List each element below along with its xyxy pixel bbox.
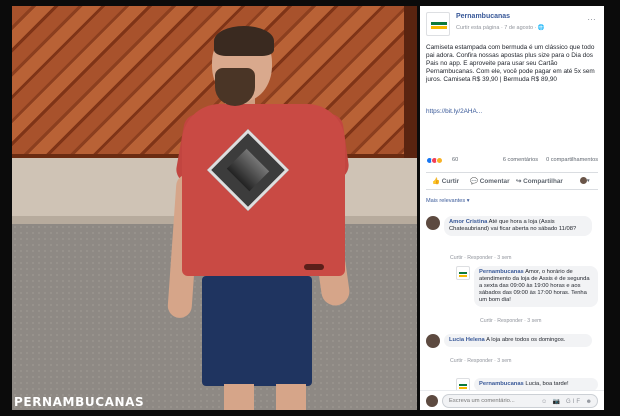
comment-text: A loja abre todos os domingos.: [486, 337, 566, 343]
model-hair: [214, 26, 274, 56]
user-avatar-icon: [580, 177, 587, 184]
model-left-leg: [224, 384, 254, 410]
gate-post: [404, 6, 417, 158]
comment-button[interactable]: 💬 Comentar: [470, 177, 510, 185]
model-right-leg: [276, 384, 306, 410]
post-as-selector[interactable]: ▾: [580, 177, 596, 184]
comment-actions[interactable]: Curtir · Responder · 3 sem: [450, 255, 511, 261]
post-link[interactable]: https://bit.ly/2AHA...: [426, 108, 482, 115]
post-panel: Pernambucanas Curtir esta página · 7 de …: [420, 6, 604, 410]
share-count[interactable]: 0 compartilhamentos: [546, 157, 598, 163]
post-actions: 👍 Curtir 💬 Comentar ↪ Compartilhar ▾: [426, 172, 598, 190]
model-shorts: [202, 276, 312, 386]
reactions-bar: 60 6 comentários 0 compartilhamentos: [426, 156, 598, 166]
comment-text: Lucia, boa tarde!: [525, 381, 569, 387]
comment-bubble: Lucia Helena A loja abre todos os doming…: [444, 334, 592, 347]
avatar[interactable]: [426, 216, 440, 230]
photo-watermark: PERNAMBUCANAS: [14, 395, 145, 409]
like-button[interactable]: 👍 Curtir: [432, 177, 459, 185]
model-beard: [215, 68, 255, 106]
comment-author[interactable]: Amor Cristina: [449, 219, 487, 225]
avatar[interactable]: [456, 266, 470, 280]
comment-count[interactable]: 6 comentários: [503, 157, 538, 163]
comment-author[interactable]: Pernambucanas: [479, 269, 524, 275]
avatar[interactable]: [426, 334, 440, 348]
page-logo[interactable]: [426, 12, 450, 36]
comment-composer: ☺ 📷 GIF ☻: [420, 390, 604, 410]
post-meta: Curtir esta página · 7 de agosto · 🌐: [456, 25, 545, 31]
comment-actions[interactable]: Curtir · Responder · 3 sem: [450, 358, 511, 364]
reaction-icons[interactable]: [426, 157, 443, 164]
post-text: Camiseta estampada com bermuda é um clás…: [426, 44, 595, 83]
composer-icons[interactable]: ☺ 📷 GIF ☻: [541, 398, 594, 405]
comment-author[interactable]: Pernambucanas: [479, 381, 524, 387]
avatar: [426, 395, 438, 407]
comment-author[interactable]: Lucia Helena: [449, 337, 485, 343]
chevron-down-icon: ▾: [587, 178, 590, 185]
more-options-icon[interactable]: …: [587, 12, 596, 22]
post-photo[interactable]: PERNAMBUCANAS: [12, 6, 417, 410]
comment-bubble: Pernambucanas Amor, o horário de atendim…: [474, 266, 598, 307]
model-bracelet: [304, 264, 324, 270]
comment-bubble: Amor Cristina Até que hora a loja (Assis…: [444, 216, 592, 236]
wow-reaction-icon: [436, 157, 443, 164]
share-button[interactable]: ↪ Compartilhar: [516, 177, 563, 185]
comments-filter[interactable]: Mais relevantes ▾: [426, 198, 470, 204]
page-name-link[interactable]: Pernambucanas: [456, 13, 510, 20]
reaction-count[interactable]: 60: [452, 157, 458, 163]
post-header: Pernambucanas Curtir esta página · 7 de …: [426, 12, 598, 42]
comment-actions[interactable]: Curtir · Responder · 3 sem: [480, 318, 541, 324]
